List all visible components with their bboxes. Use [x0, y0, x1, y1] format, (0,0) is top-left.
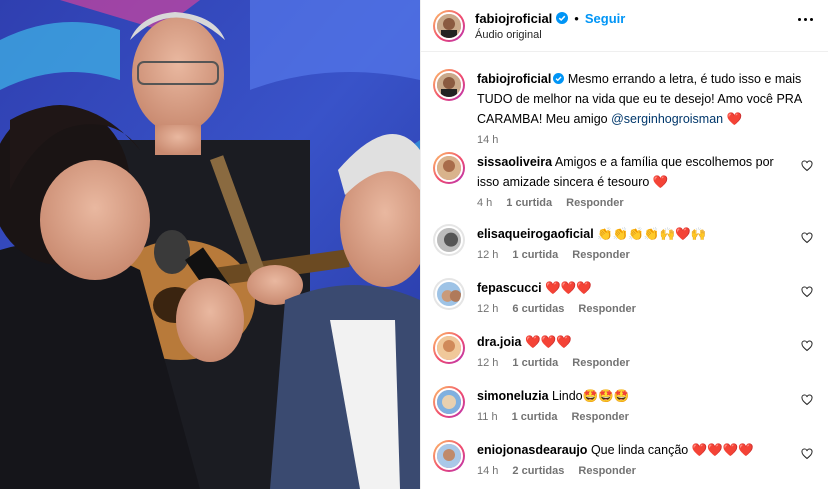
- commenter-username[interactable]: simoneluzia: [477, 389, 549, 403]
- commenter-avatar[interactable]: [433, 278, 465, 310]
- comment-emoji: ❤️: [652, 174, 669, 189]
- separator-dot: •: [574, 10, 579, 26]
- commenter-avatar[interactable]: [433, 152, 465, 184]
- follow-button[interactable]: Seguir: [585, 11, 625, 26]
- video-frame-image: [0, 0, 420, 489]
- comment-emoji: ❤️❤️❤️❤️: [691, 442, 754, 457]
- reply-button[interactable]: Responder: [572, 356, 629, 370]
- comment-likes[interactable]: 1 curtida: [512, 356, 558, 370]
- comment-emoji: 🤩🤩🤩: [582, 388, 630, 403]
- heart-outline-icon[interactable]: [801, 394, 813, 406]
- commenter-username[interactable]: eniojonasdearaujo: [477, 443, 587, 457]
- caption-mention[interactable]: @serginhogroisman: [611, 112, 723, 126]
- comment-emoji: 👏👏👏👏🙌❤️🙌: [597, 226, 707, 241]
- comment-likes[interactable]: 1 curtida: [506, 196, 552, 210]
- comment-likes[interactable]: 6 curtidas: [512, 302, 564, 316]
- comment-time[interactable]: 12 h: [477, 356, 498, 370]
- reply-button[interactable]: Responder: [572, 248, 629, 262]
- comment-likes[interactable]: 1 curtida: [512, 410, 558, 424]
- commenter-username[interactable]: sissaoliveira: [477, 155, 552, 169]
- comment-time[interactable]: 11 h: [477, 410, 498, 424]
- verified-badge-icon: [556, 12, 569, 24]
- comment-text: Lindo: [552, 389, 583, 403]
- post-header: fabiojroficial • Seguir Áudio original: [421, 0, 828, 52]
- commenter-avatar[interactable]: [433, 332, 465, 364]
- commenter-username[interactable]: elisaqueirogaoficial: [477, 227, 594, 241]
- comment-emoji: ❤️❤️❤️: [545, 280, 592, 295]
- comment-emoji: ❤️❤️❤️: [524, 334, 572, 349]
- reply-button[interactable]: Responder: [571, 410, 628, 424]
- comment-time[interactable]: 12 h: [477, 302, 498, 316]
- heart-outline-icon[interactable]: [801, 232, 813, 244]
- commenter-username[interactable]: dra.joia: [477, 335, 521, 349]
- commenter-username[interactable]: fepascucci: [477, 281, 542, 295]
- author-avatar[interactable]: [433, 69, 465, 101]
- reply-button[interactable]: Responder: [566, 196, 623, 210]
- heart-outline-icon[interactable]: [801, 286, 813, 298]
- heart-emoji: ❤️: [726, 111, 743, 126]
- caption-time[interactable]: 14 h: [477, 133, 498, 147]
- commenter-avatar[interactable]: [433, 440, 465, 472]
- comment-time[interactable]: 4 h: [477, 196, 492, 210]
- verified-badge-icon: [553, 73, 565, 84]
- commenter-avatar[interactable]: [433, 386, 465, 418]
- caption-username[interactable]: fabiojroficial: [477, 72, 551, 86]
- author-avatar[interactable]: [433, 9, 465, 42]
- heart-outline-icon[interactable]: [801, 340, 813, 352]
- comment-time[interactable]: 12 h: [477, 248, 498, 262]
- heart-outline-icon[interactable]: [801, 448, 813, 460]
- reply-button[interactable]: Responder: [578, 464, 635, 478]
- reply-button[interactable]: Responder: [578, 302, 635, 316]
- comment-text: Que linda canção: [590, 443, 692, 457]
- more-options-icon[interactable]: [798, 18, 813, 21]
- comment-likes[interactable]: 1 curtida: [512, 248, 558, 262]
- author-username[interactable]: fabiojroficial: [475, 11, 552, 26]
- post-video[interactable]: [0, 0, 420, 489]
- post-details-panel: fabiojroficial • Seguir Áudio original f…: [420, 0, 828, 489]
- comment-time[interactable]: 14 h: [477, 464, 498, 478]
- audio-label[interactable]: Áudio original: [475, 29, 625, 41]
- heart-outline-icon[interactable]: [801, 160, 813, 172]
- comment-likes[interactable]: 2 curtidas: [512, 464, 564, 478]
- commenter-avatar[interactable]: [433, 224, 465, 256]
